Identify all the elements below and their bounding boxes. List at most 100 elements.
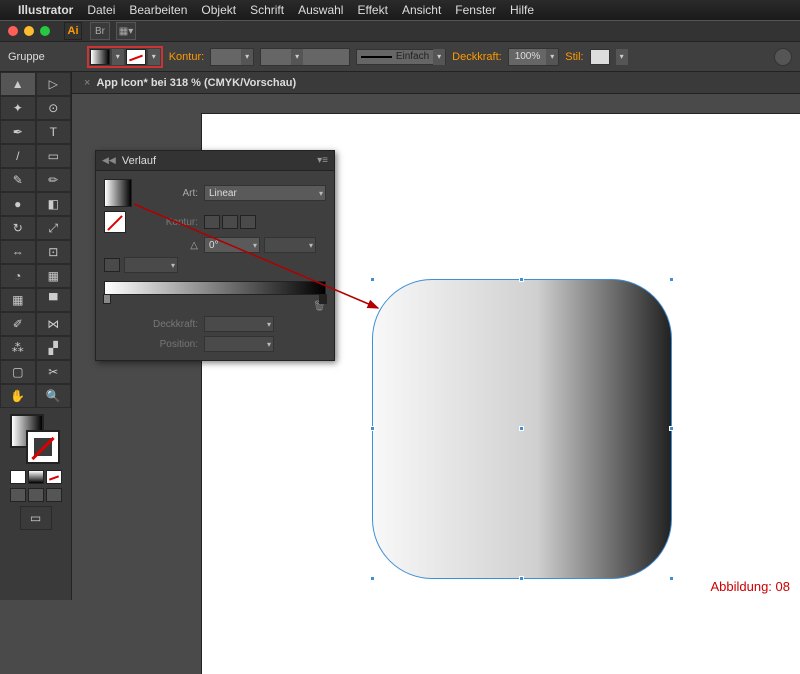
control-bar: Gruppe ▾ ▾ Kontur: ▾ ▾ Einfach ▾ Deckkra… [0,42,800,72]
panel-tabbar[interactable]: ◀◀ Verlauf ▾≡ [96,151,334,171]
selection-tool[interactable]: ▲ [0,72,36,96]
minimize-window-button[interactable] [24,26,34,36]
color-mode-icon[interactable] [10,470,26,484]
panel-collapse-icon[interactable]: ◀◀ [102,155,116,166]
tab-close-icon[interactable]: × [84,77,90,89]
hand-tool[interactable]: ✋ [0,384,36,408]
art-label: Art: [144,188,198,199]
panel-position-label: Position: [144,339,198,350]
stroke-grad-mode1-icon[interactable] [204,215,220,229]
deckkraft-label: Deckkraft: [452,51,502,63]
draw-behind-icon[interactable] [28,488,44,502]
artboard-tool[interactable]: ▢ [0,360,36,384]
menu-objekt[interactable]: Objekt [201,3,236,17]
menu-auswahl[interactable]: Auswahl [298,3,343,17]
paintbrush-tool[interactable]: ✎ [0,168,36,192]
menu-ansicht[interactable]: Ansicht [402,3,441,17]
direct-selection-tool[interactable]: ▷ [36,72,72,96]
menu-hilfe[interactable]: Hilfe [510,3,534,17]
angle-input[interactable]: 0° [204,237,260,253]
blend-tool[interactable]: ⋈ [36,312,72,336]
aspect-input[interactable] [264,237,316,253]
illustrator-logo-icon: Ai [64,22,82,40]
stroke-dropdown-arrow[interactable]: ▾ [148,49,160,65]
screen-mode-button[interactable]: ▭ [20,506,52,530]
document-tab-title[interactable]: App Icon* bei 318 % (CMYK/Vorschau) [96,77,296,89]
variable-width-dropdown[interactable]: ▾ [260,48,350,66]
draw-normal-icon[interactable] [10,488,26,502]
eyedropper-tool[interactable]: ✐ [0,312,36,336]
gradient-type-dropdown[interactable]: Linear [204,185,326,201]
stroke-grad-mode2-icon[interactable] [222,215,238,229]
menu-bearbeiten[interactable]: Bearbeiten [129,3,187,17]
color-mode-row [0,468,71,486]
blob-brush-tool[interactable]: ● [0,192,36,216]
width-tool[interactable]: ⇔ [0,240,36,264]
gradient-stroke-swatch[interactable] [104,211,126,233]
menu-fenster[interactable]: Fenster [455,3,496,17]
fill-swatch[interactable] [90,49,110,65]
draw-inside-icon[interactable] [46,488,62,502]
mesh-tool[interactable]: ▦ [0,288,36,312]
style-swatch[interactable] [590,49,610,65]
fill-dropdown-arrow[interactable]: ▾ [112,49,124,65]
scale-tool[interactable]: ⤢ [36,216,72,240]
close-window-button[interactable] [8,26,18,36]
graph-tool[interactable]: ▞ [36,336,72,360]
mac-menubar: Illustrator Datei Bearbeiten Objekt Schr… [0,0,800,20]
panel-kontur-label: Kontur: [144,217,198,228]
stop-position-input[interactable] [204,336,274,352]
lasso-tool[interactable]: ⊙ [36,96,72,120]
panel-tab-verlauf[interactable]: Verlauf [122,155,156,167]
menu-schrift[interactable]: Schrift [250,3,284,17]
rounded-rectangle-shape[interactable] [372,279,672,579]
stroke-swatch[interactable] [126,49,146,65]
gradient-stop-right[interactable] [319,294,327,304]
rectangle-tool[interactable]: ▭ [36,144,72,168]
style-dropdown-arrow[interactable]: ▾ [616,49,628,65]
none-mode-icon[interactable] [46,470,62,484]
zoom-tool[interactable]: 🔍 [36,384,72,408]
panel-deckkraft-label: Deckkraft: [144,319,198,330]
gradient-extra-input[interactable] [124,257,178,273]
panel-menu-icon[interactable]: ▾≡ [317,155,328,166]
gradient-tool[interactable]: ▀ [36,288,72,312]
figure-caption: Abbildung: 08 [710,579,790,594]
toolbox: ▲▷✦⊙✒T/▭✎✏●◧↻⤢⇔⊡◔▦▦▀✐⋈⁂▞▢✂✋🔍 ▭ [0,72,72,600]
gradient-mode-icon[interactable] [28,470,44,484]
pen-tool[interactable]: ✒ [0,120,36,144]
gradient-preview-swatch[interactable] [104,179,132,207]
stroke-weight-dropdown[interactable]: ▾ [210,48,254,66]
stroke-color-box[interactable] [26,430,60,464]
shape-builder-tool[interactable]: ◔ [0,264,36,288]
pencil-tool[interactable]: ✏ [36,168,72,192]
stroke-grad-mode3-icon[interactable] [240,215,256,229]
opacity-dropdown[interactable]: 100%▾ [508,48,560,66]
recolor-artwork-icon[interactable] [774,48,792,66]
stil-label: Stil: [565,51,583,63]
kontur-label: Kontur: [169,51,204,63]
arrange-documents-icon[interactable]: ▦▾ [116,22,136,40]
slice-tool[interactable]: ✂ [36,360,72,384]
bridge-icon[interactable]: Br [90,22,110,40]
gradient-slider[interactable] [104,281,326,295]
perspective-tool[interactable]: ▦ [36,264,72,288]
rotate-tool[interactable]: ↻ [0,216,36,240]
gradient-stop-left[interactable] [103,294,111,304]
stop-opacity-input[interactable] [204,316,274,332]
brush-definition-dropdown[interactable]: Einfach ▾ [356,49,446,65]
menu-effekt[interactable]: Effekt [357,3,387,17]
delete-stop-icon[interactable]: 🗑 [204,301,326,312]
free-transform-tool[interactable]: ⊡ [36,240,72,264]
app-titlebar: Ai Br ▦▾ [0,20,800,42]
line-tool[interactable]: / [0,144,36,168]
symbol-sprayer-tool[interactable]: ⁂ [0,336,36,360]
menu-datei[interactable]: Datei [87,3,115,17]
gradient-panel: ◀◀ Verlauf ▾≡ Art: Linear Kontur: △ 0° [95,150,335,361]
zoom-window-button[interactable] [40,26,50,36]
type-tool[interactable]: T [36,120,72,144]
app-name[interactable]: Illustrator [18,3,73,17]
eraser-tool[interactable]: ◧ [36,192,72,216]
reverse-gradient-icon[interactable] [104,258,120,272]
magic-wand-tool[interactable]: ✦ [0,96,36,120]
